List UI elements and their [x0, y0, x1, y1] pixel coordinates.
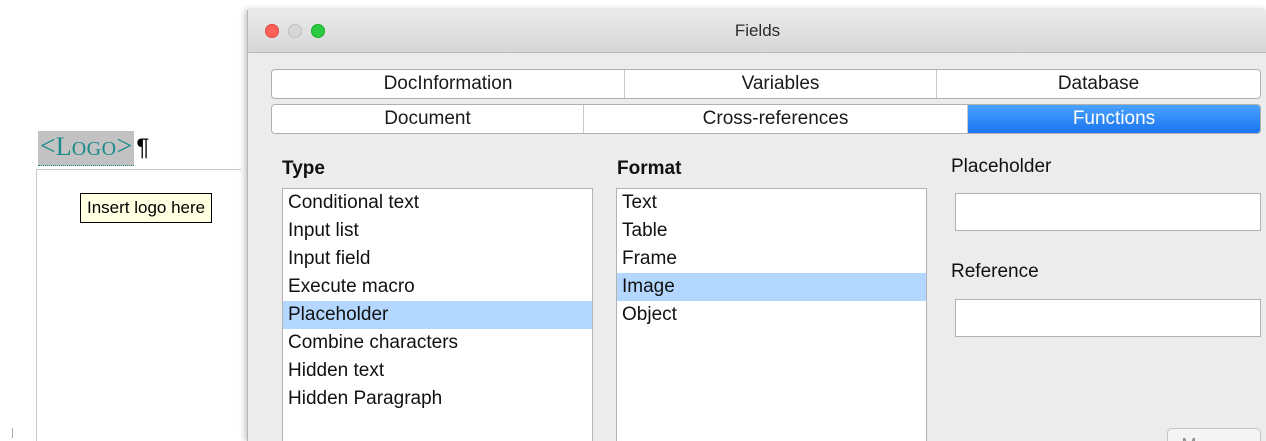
field-close-bracket: >	[116, 130, 133, 162]
tab-variables[interactable]: Variables	[625, 70, 937, 98]
page-margin-horizontal	[36, 169, 241, 170]
type-list-item[interactable]: Conditional text	[283, 189, 592, 217]
tab-functions[interactable]: Functions	[968, 105, 1260, 133]
reference-input[interactable]	[955, 299, 1261, 337]
placeholder-field[interactable]: <LOGO>	[38, 130, 135, 166]
dialog-title: Fields	[734, 21, 781, 40]
field-text-first: L	[55, 131, 72, 161]
placeholder-label: Placeholder	[951, 156, 1052, 177]
type-list-item[interactable]: Input list	[283, 217, 592, 245]
type-listbox[interactable]: Conditional text Input list Input field Exe…	[282, 188, 593, 441]
placeholder-input[interactable]	[955, 193, 1261, 231]
field-text-rest: OGO	[71, 137, 117, 160]
tab-cross-references[interactable]: Cross-references	[584, 105, 968, 133]
type-list-item[interactable]: Hidden text	[283, 357, 592, 385]
document-area: <LOGO> ¶ Insert logo here	[0, 0, 255, 441]
tab-document[interactable]: Document	[272, 105, 584, 133]
fields-dialog: Fields DocInformation Variables Database…	[247, 10, 1266, 441]
field-open-bracket: <	[40, 130, 56, 162]
format-list-item[interactable]: Table	[617, 217, 926, 245]
dialog-titlebar[interactable]: Fields	[248, 10, 1266, 53]
page-margin-vertical	[36, 170, 37, 441]
tab-row-1: DocInformation Variables Database	[271, 69, 1261, 99]
tab-row-2: Document Cross-references Functions	[271, 104, 1261, 134]
format-list-item[interactable]: Image	[617, 273, 926, 301]
type-list-item[interactable]: Placeholder	[283, 301, 592, 329]
pilcrow-mark: ¶	[136, 134, 150, 161]
screen: <LOGO> ¶ Insert logo here Fields DocInfor…	[0, 0, 1266, 441]
tab-database[interactable]: Database	[937, 70, 1260, 98]
format-list-item[interactable]: Text	[617, 189, 926, 217]
type-label: Type	[282, 158, 325, 179]
reference-label: Reference	[951, 261, 1039, 282]
type-list-item[interactable]: Input field	[283, 245, 592, 273]
field-tooltip: Insert logo here	[80, 193, 213, 223]
document-paragraph: <LOGO> ¶	[38, 130, 149, 166]
format-label: Format	[617, 158, 682, 179]
format-list-item[interactable]: Object	[617, 301, 926, 329]
type-list-item[interactable]: Hidden Paragraph	[283, 385, 592, 413]
type-list-item[interactable]: Combine characters	[283, 329, 592, 357]
format-listbox[interactable]: Text Table Frame Image Object	[616, 188, 927, 441]
format-list-item[interactable]: Frame	[617, 245, 926, 273]
tab-docinformation[interactable]: DocInformation	[272, 70, 625, 98]
macro-button[interactable]: Macro...	[1167, 428, 1261, 441]
ruler-mark	[12, 428, 13, 438]
type-list-item[interactable]: Execute macro	[283, 273, 592, 301]
